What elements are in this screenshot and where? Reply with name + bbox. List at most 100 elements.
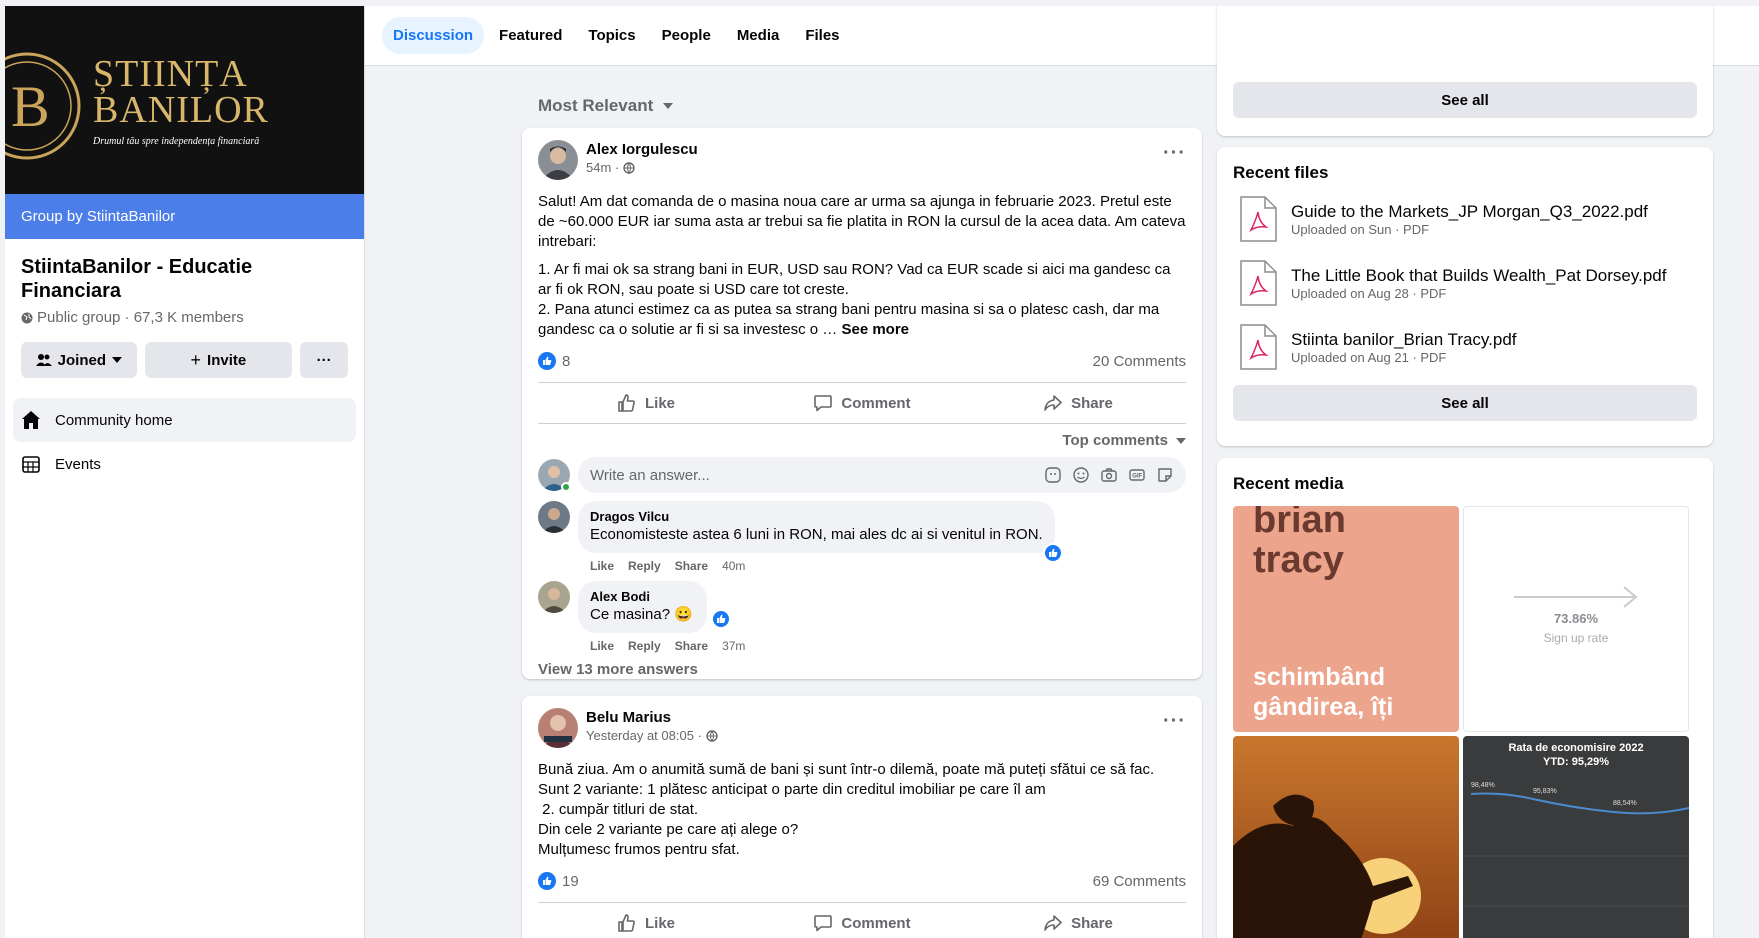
comment-share-link[interactable]: Share xyxy=(675,639,708,653)
post-more-icon[interactable]: ··· xyxy=(1163,708,1186,733)
top-comments-dropdown[interactable]: Top comments xyxy=(522,424,1202,449)
post-line: Bună ziua. Am o anumită sumă de bani și … xyxy=(538,761,1155,778)
comment-actions: Like Reply Share 37m xyxy=(578,633,745,653)
media-tile-signup-rate[interactable]: 73.86% Sign up rate xyxy=(1463,506,1689,732)
book-subtitle-line-2: gândirea, îți xyxy=(1253,693,1394,721)
post-time-text[interactable]: Yesterday at 08:05 · xyxy=(586,728,702,743)
comment-text: Ce masina? 😀 xyxy=(590,606,693,623)
feed-sort-dropdown[interactable]: Most Relevant xyxy=(538,96,674,116)
media-tile-book-cover[interactable]: brian tracy schimbând gândirea, îți xyxy=(1233,506,1459,732)
reaction-count[interactable]: 8 xyxy=(562,353,570,370)
invite-button[interactable]: + Invite xyxy=(144,342,293,378)
group-cover-banner[interactable]: B ȘTIINȚA BANILOR Drumul tău spre indepe… xyxy=(5,6,364,194)
comment-icon xyxy=(814,395,833,412)
see-all-files-button[interactable]: See all xyxy=(1233,385,1697,421)
post-line: Sunt 2 variante: 1 plătesc anticipat o p… xyxy=(538,781,1046,798)
tab-discussion[interactable]: Discussion xyxy=(382,17,485,54)
file-item[interactable]: Stiinta banilor_Brian Tracy.pdf Uploaded… xyxy=(1217,315,1713,379)
app: B ȘTIINȚA BANILOR Drumul tău spre indepe… xyxy=(5,6,1759,938)
post-paragraph: Salut! Am dat comanda de o masina noua c… xyxy=(538,193,1186,250)
post-more-icon[interactable]: ··· xyxy=(1163,140,1186,165)
media-tile-sunset-photo[interactable] xyxy=(1233,736,1459,938)
online-status-dot xyxy=(561,482,571,492)
tab-media[interactable]: Media xyxy=(726,17,791,54)
avatar[interactable] xyxy=(538,501,570,533)
avatar[interactable] xyxy=(538,581,570,613)
file-name[interactable]: Guide to the Markets_JP Morgan_Q3_2022.p… xyxy=(1291,202,1648,222)
comment: Dragos Vilcu Economisteste astea 6 luni … xyxy=(522,493,1202,573)
banner-tagline: Drumul tău spre independența financiară xyxy=(93,136,260,147)
file-name[interactable]: The Little Book that Builds Wealth_Pat D… xyxy=(1291,266,1666,286)
sidebar-item-events[interactable]: Events xyxy=(13,442,356,486)
book-title-line-1: brian xyxy=(1253,506,1346,541)
joined-button[interactable]: Joined xyxy=(21,342,137,378)
comment-reply-link[interactable]: Reply xyxy=(628,639,661,653)
more-dots-icon: ··· xyxy=(316,351,332,369)
like-reaction-icon[interactable] xyxy=(1042,543,1063,563)
avatar[interactable] xyxy=(538,708,578,748)
like-reaction-icon[interactable] xyxy=(710,609,731,629)
book-title-line-2: tracy xyxy=(1253,539,1344,581)
tab-featured[interactable]: Featured xyxy=(488,17,573,54)
comment-label: Comment xyxy=(841,394,911,412)
comments-count[interactable]: 69 Comments xyxy=(1093,873,1186,890)
comment-time[interactable]: 37m xyxy=(722,639,745,653)
write-answer-placeholder: Write an answer... xyxy=(590,466,710,484)
comment-time[interactable]: 40m xyxy=(722,559,745,573)
tab-people[interactable]: People xyxy=(651,17,722,54)
chart-point-label: 88,54% xyxy=(1613,800,1637,807)
comment-reply-link[interactable]: Reply xyxy=(628,559,661,573)
media-tile-savings-chart[interactable]: Rata de economisire 2022 YTD: 95,29% 98,… xyxy=(1463,736,1689,938)
post-actions: Like Comment Share xyxy=(538,382,1186,424)
like-label: Like xyxy=(644,394,675,412)
sticker-icon[interactable] xyxy=(1156,466,1174,484)
comment: Alex Bodi Ce masina? 😀 Like Reply Share … xyxy=(522,573,1202,653)
file-item[interactable]: Guide to the Markets_JP Morgan_Q3_2022.p… xyxy=(1217,187,1713,251)
see-more-link[interactable]: See more xyxy=(841,321,909,338)
post-author[interactable]: Alex Iorgulescu xyxy=(586,140,698,160)
caret-down-icon xyxy=(111,357,122,363)
post-timestamp: 54m · xyxy=(586,160,698,175)
avatar-sticker-icon[interactable] xyxy=(1044,466,1062,484)
people-icon xyxy=(35,354,52,366)
gif-icon[interactable]: GIF xyxy=(1128,466,1146,484)
post-author[interactable]: Belu Marius xyxy=(586,708,718,728)
comment-author[interactable]: Dragos Vilcu xyxy=(590,509,1043,525)
share-button[interactable]: Share xyxy=(970,383,1186,423)
comment-author[interactable]: Alex Bodi xyxy=(590,589,693,605)
camera-icon[interactable] xyxy=(1100,466,1118,484)
share-button[interactable]: Share xyxy=(970,903,1186,938)
file-meta: Uploaded on Aug 28 · PDF xyxy=(1291,285,1447,301)
group-name[interactable]: StiintaBanilor - Educatie Financiara xyxy=(5,239,364,303)
post-time-text[interactable]: 54m · xyxy=(586,160,619,175)
comments-count[interactable]: 20 Comments xyxy=(1093,353,1186,370)
sort-label: Most Relevant xyxy=(538,96,654,115)
file-item[interactable]: The Little Book that Builds Wealth_Pat D… xyxy=(1217,251,1713,315)
like-button[interactable]: Like xyxy=(538,903,754,938)
comment-bubble: Dragos Vilcu Economisteste astea 6 luni … xyxy=(578,501,1063,563)
comment-like-link[interactable]: Like xyxy=(590,639,614,653)
write-answer-input[interactable]: Write an answer... GIF xyxy=(578,457,1186,493)
avatar[interactable] xyxy=(538,140,578,180)
more-options-button[interactable]: ··· xyxy=(300,342,348,378)
tab-files[interactable]: Files xyxy=(794,17,850,54)
savings-line-chart xyxy=(1463,792,1689,907)
comment-button[interactable]: Comment xyxy=(754,383,970,423)
like-button[interactable]: Like xyxy=(538,383,754,423)
reaction-count[interactable]: 19 xyxy=(562,873,579,890)
avatar[interactable] xyxy=(538,459,571,492)
file-name[interactable]: Stiinta banilor_Brian Tracy.pdf xyxy=(1291,330,1517,350)
comment-share-link[interactable]: Share xyxy=(675,559,708,573)
group-by-link[interactable]: Group by StiintaBanilor xyxy=(5,194,364,239)
see-all-button[interactable]: See all xyxy=(1233,82,1697,118)
comment-like-link[interactable]: Like xyxy=(590,559,614,573)
tab-topics[interactable]: Topics xyxy=(577,17,646,54)
view-more-answers-link[interactable]: View 13 more answers xyxy=(522,653,1202,678)
sidebar-item-community-home[interactable]: Community home xyxy=(13,398,356,442)
post-reactions-bar: 8 20 Comments xyxy=(522,340,1202,372)
recent-files-title: Recent files xyxy=(1233,163,1329,182)
emoji-icon[interactable] xyxy=(1072,466,1090,484)
like-reaction-icon xyxy=(538,872,556,890)
group-sidebar: B ȘTIINȚA BANILOR Drumul tău spre indepe… xyxy=(5,6,365,938)
comment-button[interactable]: Comment xyxy=(754,903,970,938)
